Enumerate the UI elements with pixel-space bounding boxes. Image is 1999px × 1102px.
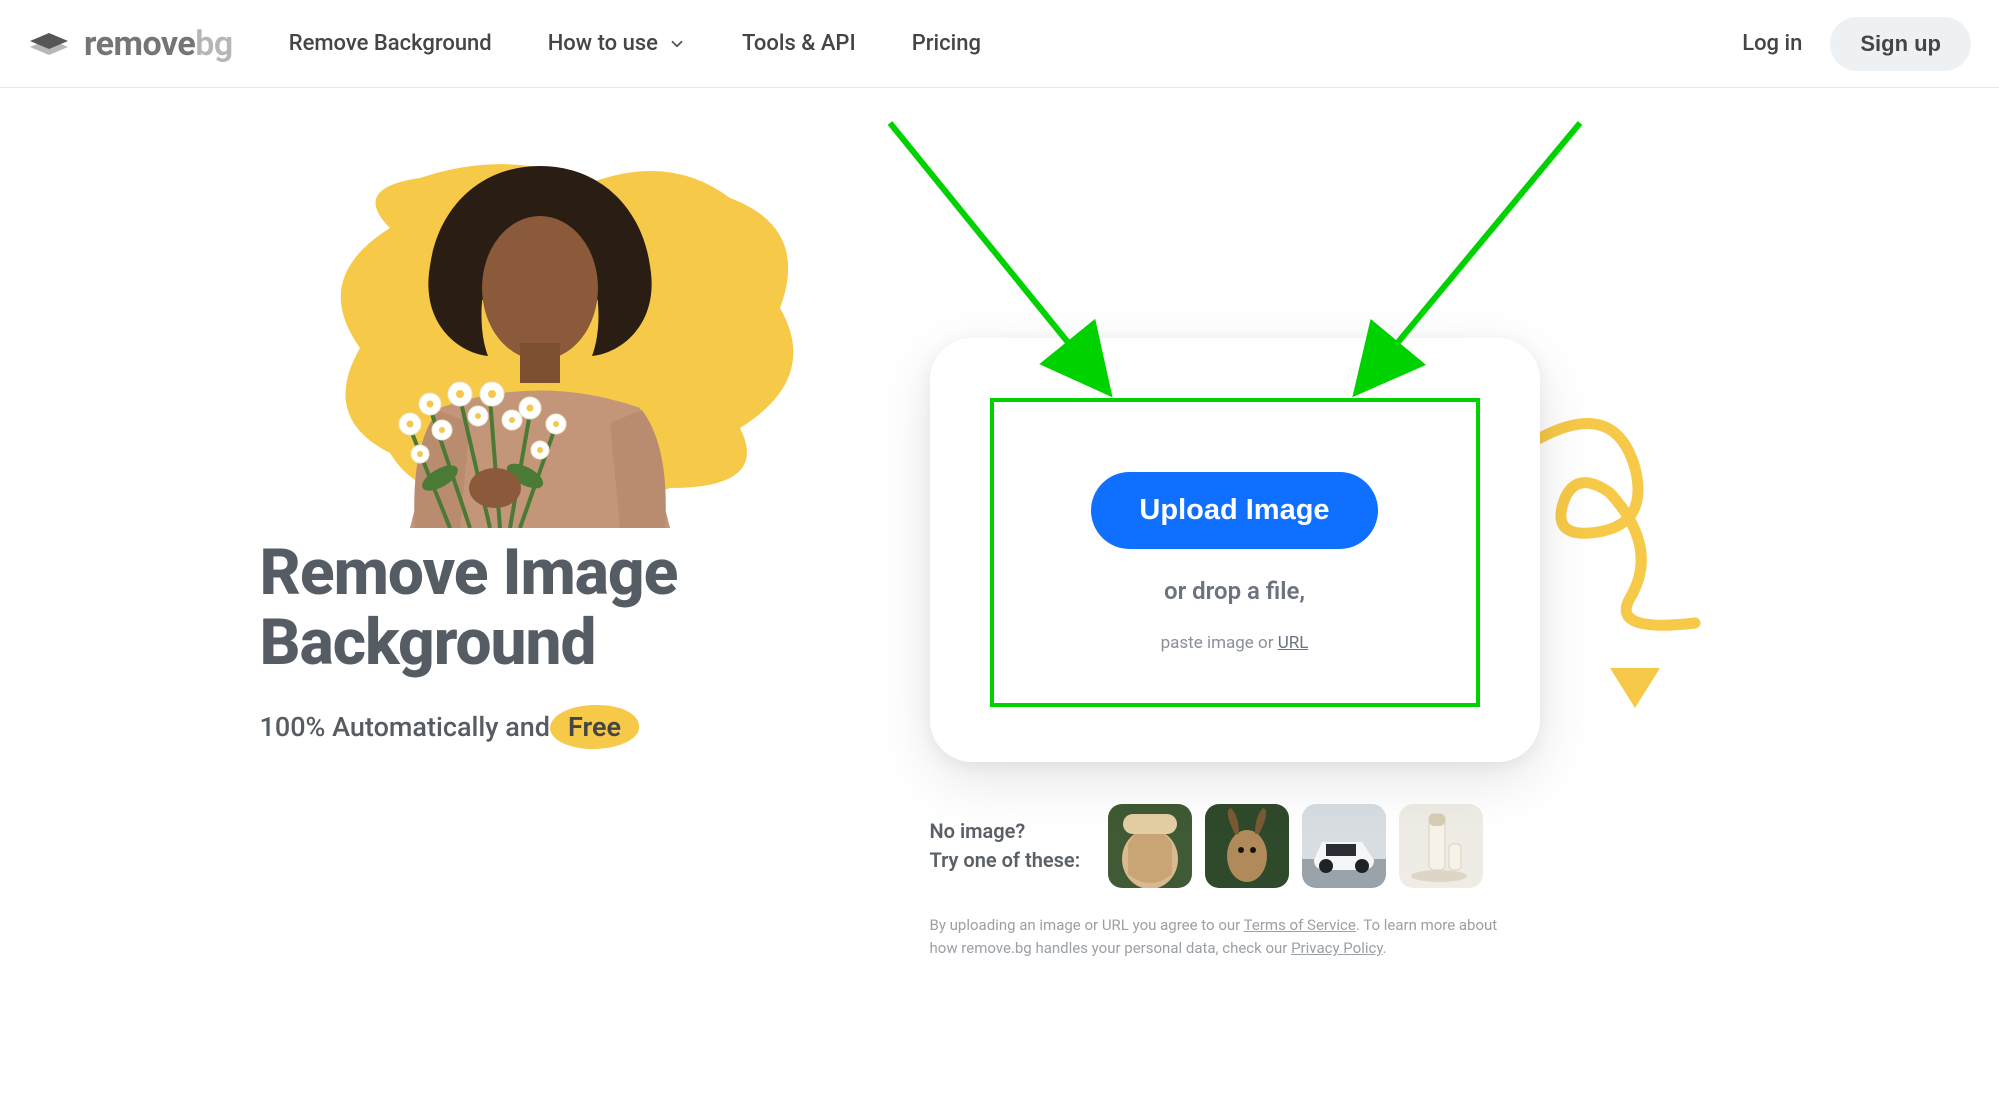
hero-subheadline: 100% Automatically and Free [260, 709, 870, 745]
free-badge: Free [556, 709, 633, 745]
signup-button[interactable]: Sign up [1830, 17, 1971, 71]
auth-controls: Log in Sign up [1742, 17, 1971, 71]
nav-pricing[interactable]: Pricing [912, 31, 981, 56]
sample-images-row: No image? Try one of these: [930, 804, 1540, 888]
sample-thumb-2[interactable] [1205, 804, 1289, 888]
login-link[interactable]: Log in [1742, 31, 1802, 56]
sample-thumb-1[interactable] [1108, 804, 1192, 888]
nav-remove-background[interactable]: Remove Background [289, 31, 492, 56]
paste-hint: paste image or URL [1161, 633, 1309, 653]
nav-how-to-use-label: How to use [548, 31, 658, 56]
upload-dropzone[interactable]: Upload Image or drop a file, paste image… [990, 398, 1480, 707]
sample-thumb-3[interactable] [1302, 804, 1386, 888]
privacy-policy-link[interactable]: Privacy Policy [1291, 939, 1383, 957]
upload-panel: Upload Image or drop a file, paste image… [930, 338, 1540, 961]
no-image-text: No image? Try one of these: [930, 817, 1081, 875]
logo[interactable]: removebg [28, 24, 233, 64]
main-nav: Remove Background How to use Tools & API… [289, 31, 981, 56]
hero-left: Remove Image Background 100% Automatical… [190, 148, 870, 745]
paste-url-link[interactable]: URL [1278, 633, 1309, 653]
hero-image [280, 148, 840, 508]
logo-text: removebg [84, 24, 233, 64]
nav-tools-api[interactable]: Tools & API [742, 31, 856, 56]
upload-image-button[interactable]: Upload Image [1091, 472, 1377, 549]
drop-file-text: or drop a file, [1164, 577, 1305, 605]
triangle-decoration-icon [1610, 668, 1660, 712]
hero-person-image [320, 148, 760, 528]
nav-how-to-use[interactable]: How to use [548, 31, 686, 56]
logo-icon [28, 29, 70, 59]
upload-card: Upload Image or drop a file, paste image… [930, 338, 1540, 762]
legal-text: By uploading an image or URL you agree t… [930, 914, 1520, 961]
chevron-down-icon [668, 35, 686, 53]
main: Remove Image Background 100% Automatical… [0, 88, 1999, 1021]
hero-headline: Remove Image Background [260, 538, 870, 679]
header: removebg Remove Background How to use To… [0, 0, 1999, 88]
terms-of-service-link[interactable]: Terms of Service [1244, 916, 1356, 934]
sample-thumb-4[interactable] [1399, 804, 1483, 888]
